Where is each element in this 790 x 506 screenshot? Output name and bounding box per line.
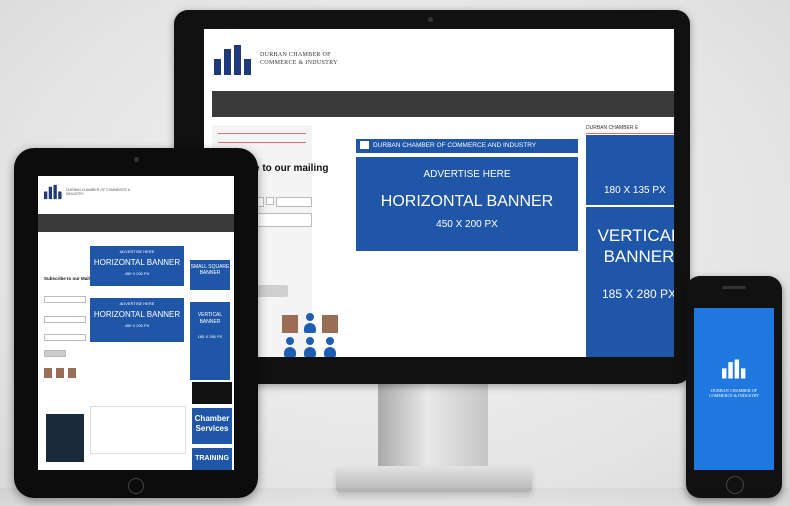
- member-photo: [44, 368, 52, 378]
- chamber-logo-icon: [722, 359, 746, 379]
- site-header: DURBAN CHAMBER OF COMMERCE & INDUSTRY: [204, 29, 674, 91]
- content-widget: [90, 406, 186, 454]
- banner-advertise-label: ADVERTISE HERE: [119, 301, 155, 306]
- org-name-line2: COMMERCE & INDUSTRY: [708, 393, 760, 398]
- banner-size: 450 X 200 PX: [124, 271, 150, 276]
- imac-stand-neck: [378, 384, 488, 470]
- banner-title: HORIZONTAL BANNER: [380, 193, 554, 210]
- org-name: DURBAN CHAMBER OF COMMERCE & INDUSTRY: [698, 388, 770, 398]
- floor-shadow: [0, 488, 790, 506]
- subscribe-button[interactable]: [254, 285, 288, 297]
- chamber-logo-icon: [360, 141, 369, 150]
- chamber-services-line2: Services: [195, 424, 229, 433]
- person-icon: [304, 313, 316, 335]
- chamber-services-banner[interactable]: Chamber Services: [192, 408, 232, 444]
- right-column-title: DURBAN CHAMBER E: [586, 125, 674, 134]
- banner-advertise-label: ADVERTISE HERE: [423, 169, 511, 180]
- square-banner-size: 180 X 135 PX: [604, 185, 666, 196]
- main-nav-bar[interactable]: [212, 91, 674, 117]
- person-icon: [284, 337, 296, 357]
- vertical-banner-size: 185 X 280 PX: [197, 334, 223, 339]
- chamber-logo-icon: [214, 45, 251, 75]
- horizontal-ad-banner[interactable]: ADVERTISE HERE HORIZONTAL BANNER 450 X 2…: [90, 246, 184, 286]
- banner-advertise-label: ADVERTISE HERE: [119, 249, 155, 254]
- camera-icon: [134, 157, 139, 162]
- person-icon: [304, 337, 316, 357]
- select-field[interactable]: [254, 213, 312, 227]
- tablet-website-screen: DURBAN CHAMBER OF COMMERCE & INDUSTRY Su…: [38, 176, 234, 470]
- name-field[interactable]: [44, 296, 86, 303]
- horizontal-ad-banner[interactable]: ADVERTISE HERE HORIZONTAL BANNER 450 X 2…: [356, 157, 578, 251]
- select-field[interactable]: [44, 334, 86, 341]
- speaker-grille: [722, 286, 746, 289]
- checkbox[interactable]: [266, 197, 274, 205]
- chamber-services-line1: Chamber: [194, 414, 230, 423]
- vertical-banner-line2: BANNER: [603, 247, 674, 266]
- phone-device: DURBAN CHAMBER OF COMMERCE & INDUSTRY: [686, 276, 782, 498]
- vertical-banner-line1: VERTICAL: [597, 226, 674, 245]
- member-photo: [68, 368, 76, 378]
- mailing-list-heading: e to our mailing: [254, 163, 329, 174]
- square-ad-banner[interactable]: 180 X 135 PX: [586, 135, 674, 205]
- subscribe-button[interactable]: [44, 350, 66, 357]
- small-square-ad-banner[interactable]: SMALL SQUARE BANNER: [190, 260, 230, 290]
- org-name-line1: DURBAN CHAMBER OF: [260, 52, 331, 58]
- vertical-ad-banner[interactable]: VERTICAL BANNER 185 X 280 PX: [190, 302, 230, 380]
- horizontal-ad-banner[interactable]: ADVERTISE HERE HORIZONTAL BANNER 450 X 2…: [90, 298, 184, 342]
- promo-image: [46, 414, 84, 462]
- banner-title: HORIZONTAL BANNER: [93, 258, 181, 267]
- email-field[interactable]: [44, 316, 86, 323]
- vertical-banner-line2: BANNER: [199, 319, 221, 325]
- vertical-banner-size: 185 X 280 PX: [601, 287, 674, 301]
- small-square-label: SMALL SQUARE BANNER: [190, 264, 230, 276]
- member-photo: [282, 315, 298, 333]
- phone-splash-screen: DURBAN CHAMBER OF COMMERCE & INDUSTRY: [694, 308, 774, 470]
- divider: [218, 142, 306, 143]
- vertical-banner-line1: VERTICAL: [197, 312, 223, 318]
- chamber-logo-icon: [44, 184, 62, 200]
- email-field[interactable]: [276, 197, 312, 207]
- promo-dark-banner[interactable]: [192, 382, 232, 404]
- banner-size: 450 X 200 PX: [436, 219, 498, 230]
- banner-title: HORIZONTAL BANNER: [93, 310, 181, 319]
- org-banner-text: DURBAN CHAMBER OF COMMERCE AND INDUSTRY: [373, 142, 537, 149]
- main-nav-bar[interactable]: [38, 214, 234, 232]
- camera-icon: [428, 17, 433, 22]
- member-photo: [56, 368, 64, 378]
- org-banner-strip: DURBAN CHAMBER OF COMMERCE AND INDUSTRY: [356, 139, 578, 153]
- device-mockup-scene: DURBAN CHAMBER OF COMMERCE & INDUSTRY e …: [0, 0, 790, 506]
- person-icon: [324, 337, 336, 357]
- org-name-line2: COMMERCE & INDUSTRY: [260, 60, 338, 66]
- training-banner[interactable]: TRAINING: [192, 448, 232, 470]
- member-photo: [322, 315, 338, 333]
- org-name: DURBAN CHAMBER OF COMMERCE & INDUSTRY: [260, 51, 380, 67]
- banner-size: 450 X 200 PX: [124, 323, 150, 328]
- divider: [218, 133, 306, 134]
- desktop-website-screen: DURBAN CHAMBER OF COMMERCE & INDUSTRY e …: [204, 29, 674, 357]
- vertical-ad-banner[interactable]: VERTICAL BANNER 185 X 280 PX: [586, 207, 674, 357]
- org-name: DURBAN CHAMBER OF COMMERCE & INDUSTRY: [66, 188, 131, 196]
- tablet-device: DURBAN CHAMBER OF COMMERCE & INDUSTRY Su…: [14, 148, 258, 498]
- vertical-banner-title: VERTICAL BANNER: [586, 225, 674, 267]
